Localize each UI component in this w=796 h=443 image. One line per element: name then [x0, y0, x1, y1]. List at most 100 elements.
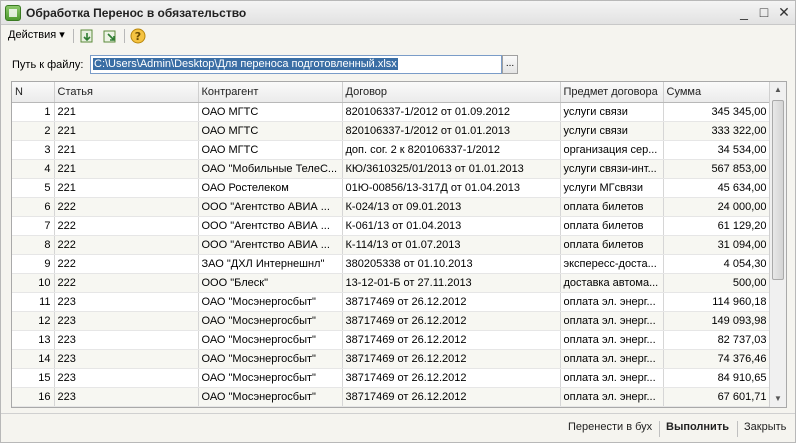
- transfer-to-accounting-button[interactable]: Перенести в бух: [568, 421, 652, 437]
- table-header-row: N Статья Контрагент Договор Предмет дого…: [12, 82, 771, 103]
- toolbar-separator: [124, 29, 125, 43]
- counterparty-cell: ООО "Блеск": [198, 273, 343, 293]
- table-row[interactable]: 1 221 ОАО МГТС 820106337-1/2012 от 01.09.20…: [12, 102, 771, 122]
- amount-cell: 61 129,20: [663, 216, 771, 236]
- row-number: 15: [12, 368, 55, 388]
- file-path-input[interactable]: C:\Users\Admin\Desktop\Для переноса подг…: [90, 55, 502, 74]
- contract-cell: 38717469 от 26.12.2012: [342, 311, 561, 331]
- scroll-down-icon[interactable]: ▼: [770, 391, 786, 407]
- article-cell: 223: [54, 368, 199, 388]
- subject-cell: услуги связи-инт...: [560, 159, 664, 179]
- close-button[interactable]: Закрыть: [744, 421, 786, 437]
- table-row[interactable]: 6 222 ООО "Агентство АВИА ... К-024/13 от 0…: [12, 197, 771, 217]
- article-cell: 223: [54, 349, 199, 369]
- table-row[interactable]: 5 221 ОАО Ростелеком 01Ю-00856/13-317Д от 0…: [12, 178, 771, 198]
- subject-cell: оплата эл. энерг...: [560, 387, 664, 407]
- article-cell: 222: [54, 254, 199, 274]
- row-number: 12: [12, 311, 55, 331]
- data-table[interactable]: N Статья Контрагент Договор Предмет дого…: [11, 81, 787, 408]
- execute-button[interactable]: Выполнить: [666, 421, 729, 437]
- help-icon[interactable]: ?: [129, 27, 147, 45]
- export-icon[interactable]: [101, 27, 119, 45]
- footer-separator: [737, 421, 738, 437]
- table-row[interactable]: 2 221 ОАО МГТС 820106337-1/2012 от 01.01.20…: [12, 121, 771, 141]
- column-header-n[interactable]: N: [12, 82, 55, 103]
- contract-cell: 38717469 от 26.12.2012: [342, 368, 561, 388]
- amount-cell: 34 534,00: [663, 140, 771, 160]
- window-title: Обработка Перенос в обязательство: [26, 6, 247, 20]
- row-number: 2: [12, 121, 55, 141]
- column-header-counterparty[interactable]: Контрагент: [198, 82, 343, 103]
- article-cell: 221: [54, 140, 199, 160]
- article-cell: 222: [54, 273, 199, 293]
- table-row[interactable]: 9 222 ЗАО "ДХЛ Интернешнл" 380205338 от 01.…: [12, 254, 771, 274]
- subject-cell: оплата билетов: [560, 235, 664, 255]
- table-row[interactable]: 4 221 ОАО "Мобильные ТелеС... КЮ/3610325/01…: [12, 159, 771, 179]
- table-row[interactable]: 16 223 ОАО "Мосэнергосбыт" 38717469 от 26.1…: [12, 387, 771, 407]
- table-row[interactable]: 12 223 ОАО "Мосэнергосбыт" 38717469 от 26.1…: [12, 311, 771, 331]
- amount-cell: 31 094,00: [663, 235, 771, 255]
- row-number: 9: [12, 254, 55, 274]
- counterparty-cell: ОАО МГТС: [198, 102, 343, 122]
- contract-cell: К-024/13 от 09.01.2013: [342, 197, 561, 217]
- scroll-up-icon[interactable]: ▲: [770, 82, 786, 98]
- column-header-subject[interactable]: Предмет договора: [560, 82, 664, 103]
- article-cell: 223: [54, 387, 199, 407]
- contract-cell: доп. сог. 2 к 820106337-1/2012: [342, 140, 561, 160]
- subject-cell: экспересс-доста...: [560, 254, 664, 274]
- toolbar-separator: [73, 29, 74, 43]
- contract-cell: К-061/13 от 01.04.2013: [342, 216, 561, 236]
- contract-cell: КЮ/3610325/01/2013 от 01.01.2013: [342, 159, 561, 179]
- article-cell: 222: [54, 216, 199, 236]
- counterparty-cell: ОАО "Мосэнергосбыт": [198, 311, 343, 331]
- article-cell: 223: [54, 311, 199, 331]
- article-cell: 222: [54, 235, 199, 255]
- table-row[interactable]: 10 222 ООО "Блеск" 13-12-01-Б от 27.11.2013…: [12, 273, 771, 293]
- counterparty-cell: ОАО "Мобильные ТелеС...: [198, 159, 343, 179]
- table-row[interactable]: 3 221 ОАО МГТС доп. сог. 2 к 820106337-1/20…: [12, 140, 771, 160]
- actions-menu-button[interactable]: Действия ▾: [5, 27, 68, 45]
- column-header-amount[interactable]: Сумма: [663, 82, 771, 103]
- footer-separator: [659, 421, 660, 437]
- maximize-button[interactable]: □: [755, 4, 773, 22]
- row-number: 13: [12, 330, 55, 350]
- counterparty-cell: ООО "Агентство АВИА ...: [198, 197, 343, 217]
- row-number: 10: [12, 273, 55, 293]
- subject-cell: услуги связи: [560, 121, 664, 141]
- vertical-scrollbar[interactable]: ▲ ▼: [769, 82, 786, 407]
- counterparty-cell: ОАО МГТС: [198, 140, 343, 160]
- amount-cell: 45 634,00: [663, 178, 771, 198]
- row-number: 16: [12, 387, 55, 407]
- contract-cell: 820106337-1/2012 от 01.09.2012: [342, 102, 561, 122]
- scroll-thumb[interactable]: [772, 100, 784, 280]
- amount-cell: 567 853,00: [663, 159, 771, 179]
- table-row[interactable]: 8 222 ООО "Агентство АВИА ... К-114/13 от 0…: [12, 235, 771, 255]
- column-header-article[interactable]: Статья: [54, 82, 199, 103]
- browse-button[interactable]: ...: [502, 55, 518, 74]
- row-number: 4: [12, 159, 55, 179]
- table-row[interactable]: 15 223 ОАО "Мосэнергосбыт" 38717469 от 26.1…: [12, 368, 771, 388]
- article-cell: 221: [54, 102, 199, 122]
- contract-cell: 38717469 от 26.12.2012: [342, 349, 561, 369]
- table-row[interactable]: 13 223 ОАО "Мосэнергосбыт" 38717469 от 26.1…: [12, 330, 771, 350]
- counterparty-cell: ОАО МГТС: [198, 121, 343, 141]
- counterparty-cell: ОАО "Мосэнергосбыт": [198, 330, 343, 350]
- load-icon[interactable]: [78, 27, 96, 45]
- file-path-row: Путь к файлу: C:\Users\Admin\Desktop\Для…: [1, 53, 795, 75]
- table-row[interactable]: 14 223 ОАО "Мосэнергосбыт" 38717469 от 26.1…: [12, 349, 771, 369]
- minimize-button[interactable]: _: [735, 4, 753, 22]
- table-row[interactable]: 11 223 ОАО "Мосэнергосбыт" 38717469 от 26.1…: [12, 292, 771, 312]
- counterparty-cell: ЗАО "ДХЛ Интернешнл": [198, 254, 343, 274]
- table-row[interactable]: 7 222 ООО "Агентство АВИА ... К-061/13 от 0…: [12, 216, 771, 236]
- column-header-contract[interactable]: Договор: [342, 82, 561, 103]
- close-window-button[interactable]: ✕: [775, 4, 793, 22]
- amount-cell: 345 345,00: [663, 102, 771, 122]
- subject-cell: организация сер...: [560, 140, 664, 160]
- row-number: 14: [12, 349, 55, 369]
- subject-cell: оплата билетов: [560, 216, 664, 236]
- article-cell: 223: [54, 330, 199, 350]
- app-icon: [5, 5, 21, 21]
- amount-cell: 333 322,00: [663, 121, 771, 141]
- article-cell: 222: [54, 197, 199, 217]
- counterparty-cell: ОАО "Мосэнергосбыт": [198, 349, 343, 369]
